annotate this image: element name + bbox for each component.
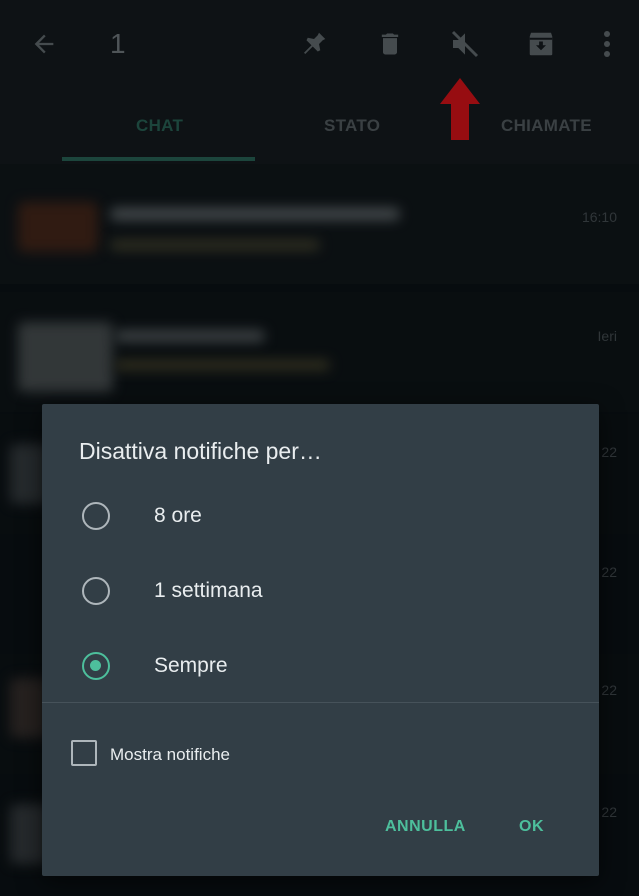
option-label: 1 settimana <box>154 579 263 602</box>
option-1-week[interactable]: 1 settimana <box>42 563 599 623</box>
divider <box>42 702 599 703</box>
option-label: Sempre <box>154 654 228 677</box>
cancel-button[interactable]: ANNULLA <box>385 818 466 836</box>
radio-button[interactable] <box>82 502 110 530</box>
show-notifications-label[interactable]: Mostra notifiche <box>110 745 230 765</box>
mute-notifications-dialog: Disattiva notifiche per… 8 ore 1 settima… <box>42 404 599 876</box>
option-label: 8 ore <box>154 504 202 527</box>
option-always[interactable]: Sempre <box>42 638 599 698</box>
radio-button-selected[interactable] <box>82 652 110 680</box>
dialog-title: Disattiva notifiche per… <box>79 438 322 464</box>
show-notifications-checkbox[interactable] <box>71 740 97 766</box>
radio-button[interactable] <box>82 577 110 605</box>
ok-button[interactable]: OK <box>519 818 544 836</box>
option-8-hours[interactable]: 8 ore <box>42 488 599 548</box>
